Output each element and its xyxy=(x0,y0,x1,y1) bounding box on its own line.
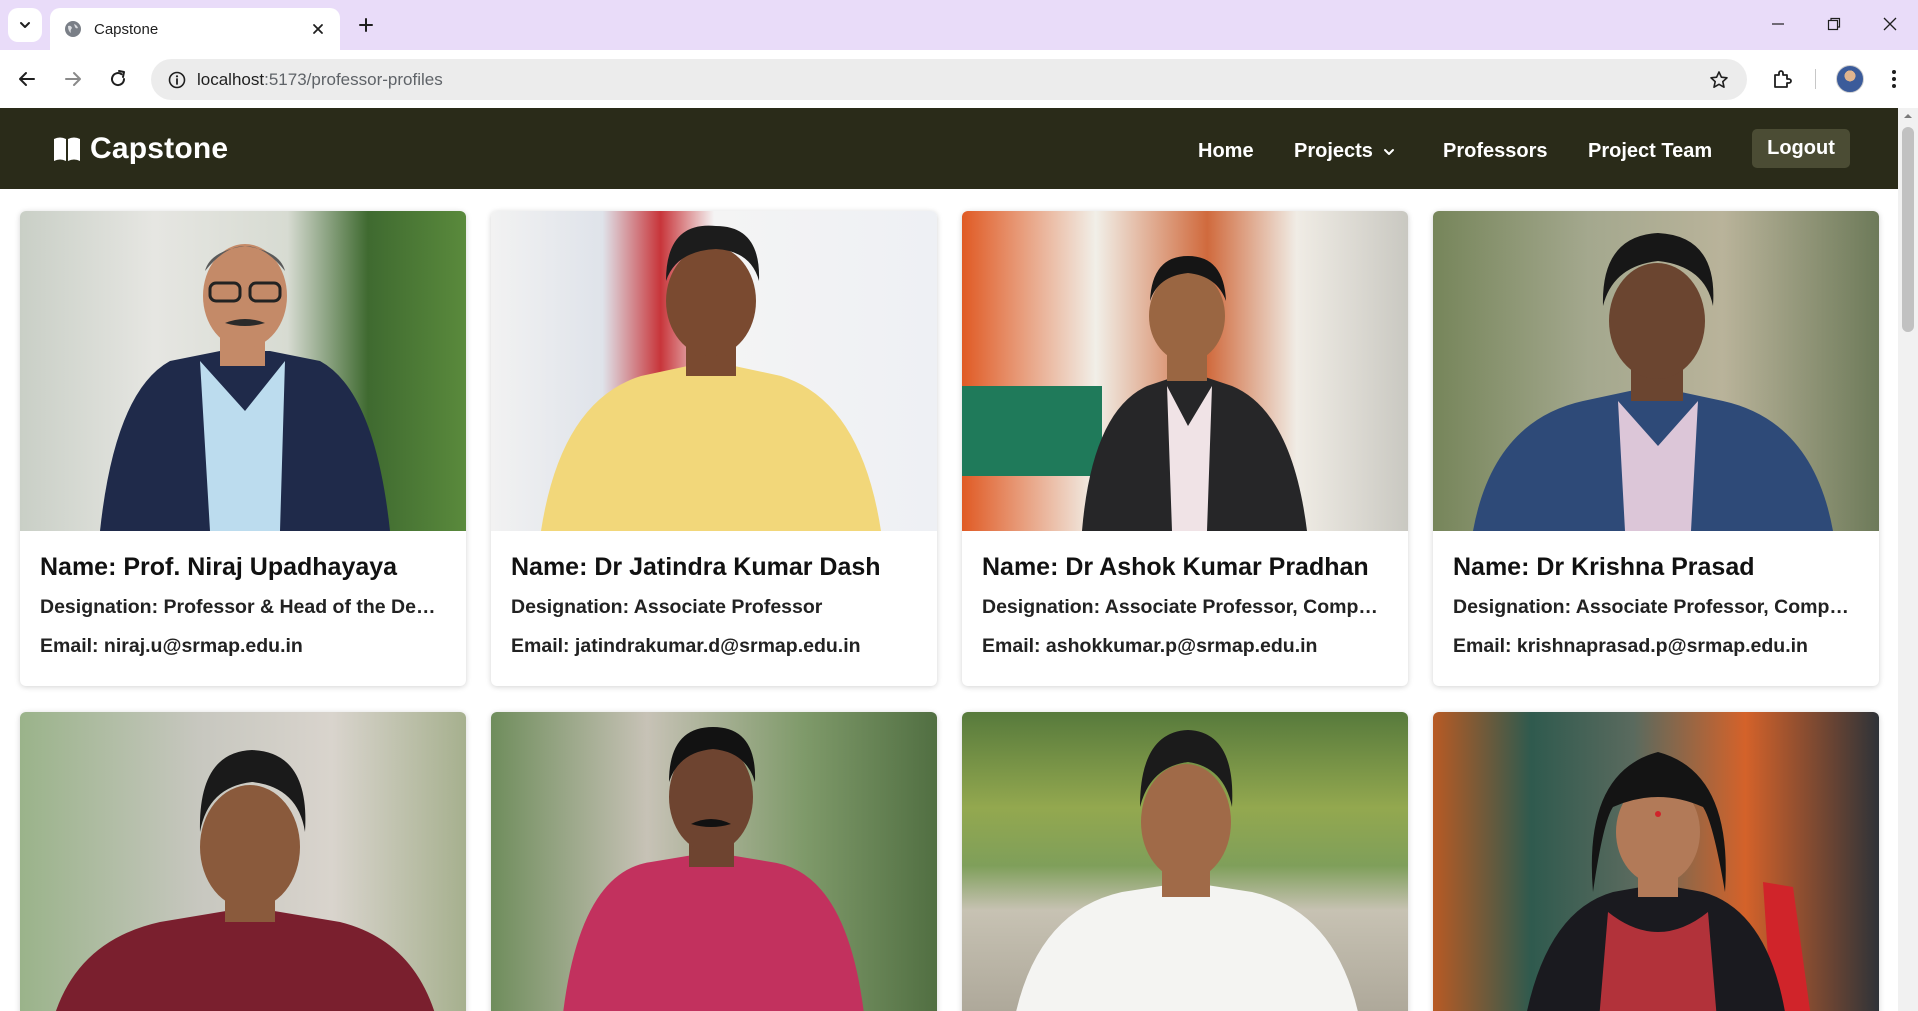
professor-email: Email: krishnaprasad.p@srmap.edu.in xyxy=(1453,635,1808,657)
url-text[interactable]: localhost:5173/professor-profiles xyxy=(197,70,1699,90)
professor-photo xyxy=(962,211,1408,531)
reload-icon xyxy=(111,70,126,87)
close-icon[interactable] xyxy=(306,17,330,41)
person-silhouette xyxy=(1473,233,1833,531)
nav-projects-dropdown[interactable]: Projects xyxy=(1294,140,1395,163)
arrow-left-icon xyxy=(19,72,35,86)
page-scrollbar[interactable] xyxy=(1898,108,1918,1011)
toolbar-divider xyxy=(1815,69,1816,89)
professor-card: Name: Dr Ashok Kumar Pradhan Designation… xyxy=(962,211,1408,686)
brand-link[interactable]: Capstone xyxy=(52,132,228,166)
nav-projects-label: Projects xyxy=(1294,140,1373,162)
professor-photo xyxy=(962,712,1408,1011)
globe-icon xyxy=(65,21,81,37)
professor-photo xyxy=(1433,211,1879,531)
person-silhouette xyxy=(541,225,881,531)
professor-email: Email: ashokkumar.p@srmap.edu.in xyxy=(982,635,1318,657)
person-silhouette xyxy=(56,750,435,1011)
reload-button[interactable] xyxy=(100,61,136,97)
logout-button[interactable]: Logout xyxy=(1752,129,1850,168)
app-navbar: Capstone Home Projects Professors Projec… xyxy=(0,108,1898,189)
brand-title: Capstone xyxy=(90,132,229,165)
professor-designation: Designation: Associate Professor, Comput… xyxy=(1453,596,1859,618)
new-tab-button[interactable] xyxy=(352,11,380,39)
close-icon xyxy=(1883,17,1897,31)
minimize-icon xyxy=(1772,23,1784,25)
chevron-down-icon xyxy=(20,22,30,28)
professor-photo xyxy=(1433,712,1879,1011)
star-icon[interactable] xyxy=(1699,59,1739,100)
browser-toolbar: localhost:5173/professor-profiles xyxy=(0,50,1918,108)
browser-tabstrip: Capstone xyxy=(0,0,1918,50)
professor-card xyxy=(491,712,937,1011)
person-silhouette xyxy=(1527,752,1811,1011)
professor-designation: Designation: Professor & Head of the Dep… xyxy=(40,596,446,618)
professor-email: Email: niraj.u@srmap.edu.in xyxy=(40,635,303,657)
professor-card: Name: Dr Krishna Prasad Designation: Ass… xyxy=(1433,211,1879,686)
professor-designation: Designation: Associate Professor, Comput… xyxy=(982,596,1388,618)
professor-email: Email: jatindrakumar.d@srmap.edu.in xyxy=(511,635,861,657)
scrollbar-thumb[interactable] xyxy=(1902,127,1914,332)
page-viewport: Capstone Home Projects Professors Projec… xyxy=(0,108,1918,1011)
nav-project-team-link[interactable]: Project Team xyxy=(1588,140,1712,163)
tab-title: Capstone xyxy=(94,20,159,38)
person-silhouette xyxy=(962,256,1307,531)
nav-professors-link[interactable]: Professors xyxy=(1443,140,1548,163)
professor-photo xyxy=(20,712,466,1011)
arrow-right-icon xyxy=(65,72,81,86)
puzzle-icon xyxy=(1774,70,1792,88)
professor-name: Name: Dr Ashok Kumar Pradhan xyxy=(982,553,1369,581)
professor-card: Name: Prof. Niraj Upadhayaya Designation… xyxy=(20,211,466,686)
plus-icon xyxy=(359,18,373,32)
professor-name: Name: Prof. Niraj Upadhayaya xyxy=(40,553,398,581)
person-silhouette xyxy=(1016,730,1358,1011)
back-button[interactable] xyxy=(9,61,45,97)
url-path: :5173/professor-profiles xyxy=(264,69,443,89)
restore-button[interactable] xyxy=(1811,6,1857,42)
person-silhouette xyxy=(100,244,390,531)
scroll-up-arrow-icon[interactable] xyxy=(1898,108,1918,124)
professor-card xyxy=(20,712,466,1011)
professor-name: Name: Dr Jatindra Kumar Dash xyxy=(511,553,881,581)
professor-name: Name: Dr Krishna Prasad xyxy=(1453,553,1755,581)
address-bar[interactable]: localhost:5173/professor-profiles xyxy=(151,59,1747,100)
professor-photo xyxy=(491,211,937,531)
restore-icon xyxy=(1827,17,1841,31)
professor-photo xyxy=(491,712,937,1011)
close-window-button[interactable] xyxy=(1867,6,1913,42)
book-icon xyxy=(54,137,80,161)
minimize-button[interactable] xyxy=(1755,6,1801,42)
browser-tab-active[interactable]: Capstone xyxy=(50,8,340,50)
person-silhouette xyxy=(563,727,864,1011)
professor-photo xyxy=(20,211,466,531)
extensions-button[interactable] xyxy=(1764,61,1800,97)
professor-card xyxy=(962,712,1408,1011)
professor-designation: Designation: Associate Professor xyxy=(511,596,823,618)
tab-search-button[interactable] xyxy=(8,8,42,42)
forward-button[interactable] xyxy=(55,61,91,97)
info-icon[interactable] xyxy=(157,59,197,100)
professor-card xyxy=(1433,712,1879,1011)
url-host: localhost xyxy=(197,69,265,89)
professor-card: Name: Dr Jatindra Kumar Dash Designation… xyxy=(491,211,937,686)
nav-home-link[interactable]: Home xyxy=(1198,140,1254,163)
browser-menu-button[interactable] xyxy=(1876,61,1912,97)
chevron-down-icon xyxy=(1383,148,1394,155)
kebab-icon xyxy=(1892,70,1896,88)
avatar[interactable] xyxy=(1836,65,1864,93)
